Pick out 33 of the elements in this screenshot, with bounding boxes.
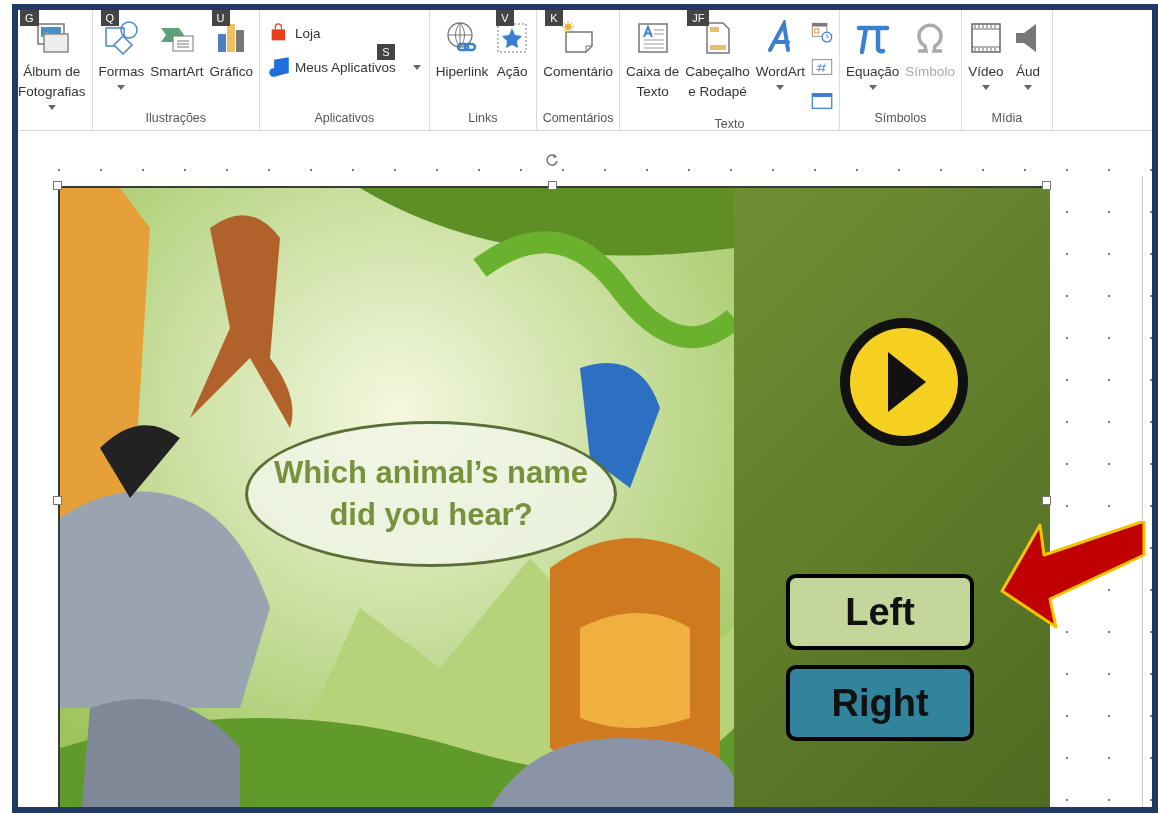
cube-icon [268,56,291,78]
ribbon-button[interactable]: Áud [1007,16,1048,108]
keytip: K [545,10,563,26]
ribbon-button[interactable]: Caixa de Texto [623,16,682,114]
resize-handle[interactable] [1042,496,1051,505]
slide[interactable]: Left Right Which animal’s name did you hear? [58,186,1048,807]
resize-handle[interactable] [53,181,62,190]
group-label: Links [467,110,499,127]
keytip: U [211,10,230,26]
keytip: V [496,10,514,26]
keytip: JF [687,10,710,26]
keytip: G [20,10,39,26]
resize-handle[interactable] [1042,181,1051,190]
answer-button[interactable]: Left [786,574,974,650]
ribbon-button[interactable]: Equação [844,16,902,108]
group-label: Texto [713,116,746,133]
ribbon-button[interactable]: WordArt [753,16,808,114]
answer-button[interactable]: Right [786,665,974,741]
group-label: Ilustrações [144,110,208,127]
keytip: S [377,44,395,60]
keytip: Q [100,10,120,26]
question-text: Which animal’s name did you hear? [272,454,590,534]
rotate-handle-icon[interactable] [544,152,560,168]
group-label: Símbolos [873,110,928,127]
resize-handle[interactable] [548,181,557,190]
group-label: Comentários [541,110,615,127]
group-label: Mídia [990,110,1024,127]
group-label: Aplicativos [313,110,376,127]
ribbon-button[interactable]: Vídeo [965,16,1006,108]
resize-handle[interactable] [53,496,62,505]
ribbon-button[interactable]: SmartArt [148,16,206,108]
ribbon-button[interactable]: Loja [264,20,325,46]
ribbon-button[interactable]: Hiperlink [433,16,491,108]
